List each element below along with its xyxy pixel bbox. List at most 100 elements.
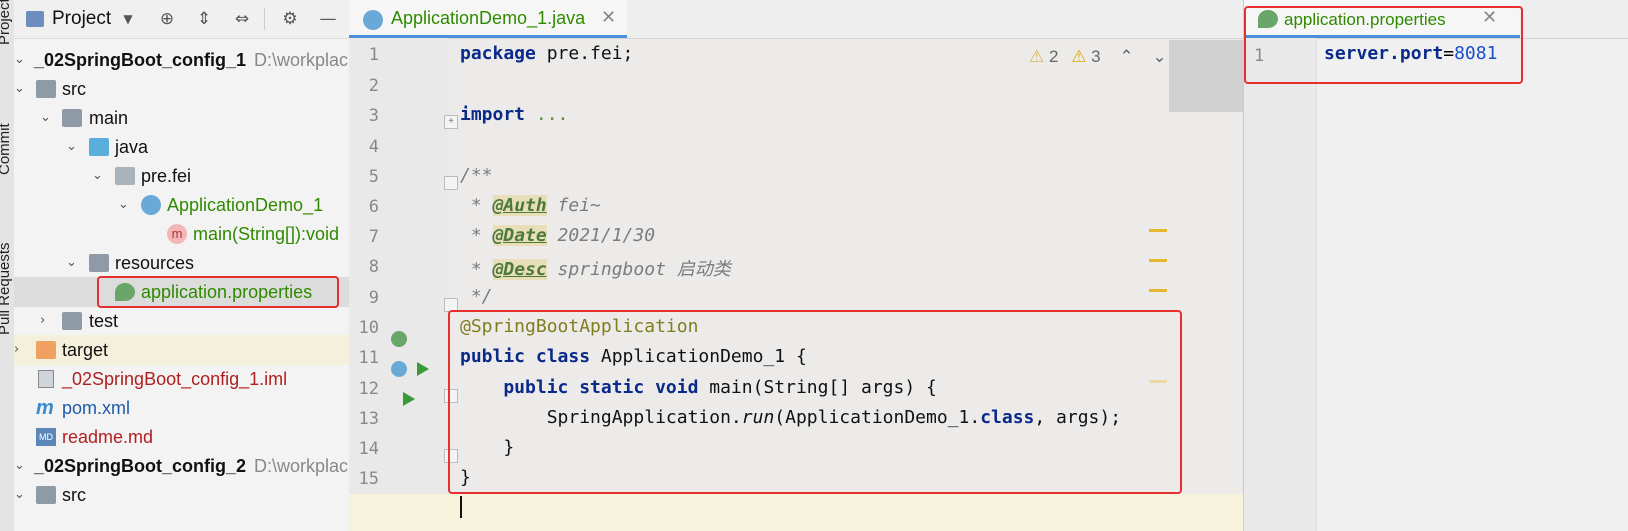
chevron-right-icon[interactable]: › <box>40 306 54 336</box>
code-line-3[interactable]: import ... <box>460 104 568 125</box>
java-editor: ApplicationDemo_1.java ✕ 1 2 3 4 5 6 7 8… <box>349 0 1243 531</box>
code-line-15[interactable]: } <box>460 437 514 458</box>
warning-marker[interactable] <box>1149 229 1167 232</box>
code-line-1[interactable]: package pre.fei; <box>460 43 633 64</box>
tree-item-label: readme.md <box>62 427 154 447</box>
code-line-12[interactable]: public class ApplicationDemo_1 { <box>460 346 807 367</box>
project-tool-tab[interactable]: Project <box>0 0 13 45</box>
gear-icon[interactable]: ⚙ <box>280 9 300 29</box>
fold-icon[interactable] <box>444 449 458 463</box>
fold-icon[interactable] <box>444 176 458 190</box>
next-highlight-icon[interactable]: ⌄ <box>1152 47 1166 66</box>
project-panel: Project ▼ ⊕ ⇕ ⇔ ⚙ — ⌄ _02SpringBoot_conf… <box>14 0 350 531</box>
folder-icon <box>62 109 82 127</box>
code-text: springboot 启动类 <box>546 259 731 280</box>
project-view-selector[interactable]: Project <box>52 8 111 30</box>
editor-gutter <box>1244 38 1317 531</box>
pull-requests-tool-tab[interactable]: Pull Requests <box>0 242 13 335</box>
module-path-hint: D:\workplac <box>254 50 349 70</box>
code-text: * <box>460 259 493 280</box>
tab-application-demo[interactable]: ApplicationDemo_1.java ✕ <box>349 0 627 38</box>
locate-icon[interactable]: ⊕ <box>157 9 177 29</box>
tree-item-pom[interactable]: m pom.xml <box>14 393 349 423</box>
code-line-9[interactable]: * @Desc springboot 启动类 <box>460 255 731 281</box>
javadoc-tag: @Desc <box>492 259 547 280</box>
code-line-8[interactable]: * @Date 2021/1/30 <box>460 225 655 246</box>
tree-item-resources[interactable]: ⌄ resources <box>14 248 349 278</box>
chevron-down-icon[interactable]: ⌄ <box>118 190 132 220</box>
run-icon[interactable] <box>417 362 429 376</box>
previous-highlight-icon[interactable]: ⌃ <box>1119 47 1133 66</box>
chevron-down-icon[interactable]: ⌄ <box>92 161 106 191</box>
line-number: 10 <box>358 318 379 338</box>
code-text: (ApplicationDemo_1. <box>774 407 981 428</box>
tree-item-target[interactable]: › target <box>14 335 349 365</box>
expand-all-icon[interactable]: ⇕ <box>194 9 214 29</box>
tree-item-label: _02SpringBoot_config_2 <box>34 456 247 476</box>
code-text: = <box>1443 43 1455 64</box>
chevron-down-icon[interactable]: ⌄ <box>14 45 28 75</box>
tool-window-strip: Project Commit Pull Requests <box>0 0 15 531</box>
warning-marker[interactable] <box>1149 380 1167 383</box>
code-line-6[interactable]: /** <box>460 165 493 186</box>
tree-item-module-2[interactable]: ⌄ _02SpringBoot_config_2 D:\workplac <box>14 451 349 481</box>
commit-tool-tab[interactable]: Commit <box>0 123 13 175</box>
chevron-down-icon[interactable]: ⌄ <box>40 103 54 133</box>
editor-tab-bar: ApplicationDemo_1.java ✕ <box>349 0 1243 39</box>
properties-editor: application.properties ✕ 1 server.port=8… <box>1243 0 1628 531</box>
minimize-icon[interactable]: — <box>318 9 338 29</box>
spring-class-icon <box>363 10 383 30</box>
text-cursor <box>460 496 462 518</box>
tree-item-package[interactable]: ⌄ pre.fei <box>14 161 349 191</box>
tree-item-label: pom.xml <box>62 398 131 418</box>
tree-item-src-2[interactable]: ⌄ src <box>14 480 349 510</box>
chevron-down-icon[interactable]: ⌄ <box>66 132 80 162</box>
close-icon[interactable]: ✕ <box>1482 7 1497 28</box>
chevron-right-icon[interactable]: › <box>14 335 28 365</box>
project-view-icon <box>26 11 44 27</box>
chevron-down-icon[interactable]: ⌄ <box>14 480 28 510</box>
fold-icon[interactable]: + <box>444 115 458 129</box>
code-minimap[interactable] <box>1169 40 1243 112</box>
warning-marker[interactable] <box>1149 259 1167 262</box>
keyword: public static void <box>460 377 699 398</box>
code-line-7[interactable]: * @Auth fei~ <box>460 195 601 216</box>
tree-item-test[interactable]: › test <box>14 306 349 336</box>
code-text: main(String[] args) { <box>698 377 937 398</box>
code-line-11[interactable]: @SpringBootApplication <box>460 316 698 337</box>
tree-item-readme[interactable]: MD readme.md <box>14 422 349 452</box>
inspection-widget[interactable]: ⚠ 2 ⚠ 3 ⌃ ⌄ <box>1029 47 1167 67</box>
properties-line-1[interactable]: server.port=8081 <box>1324 43 1497 64</box>
fold-icon[interactable] <box>444 298 458 312</box>
warning-marker[interactable] <box>1149 289 1167 292</box>
tree-item-application-properties[interactable]: application.properties <box>14 277 349 307</box>
line-number: 11 <box>358 348 379 368</box>
tree-item-main[interactable]: ⌄ main <box>14 103 349 133</box>
chevron-down-icon[interactable]: ⌄ <box>66 248 80 278</box>
tree-item-class[interactable]: ⌄ ApplicationDemo_1 <box>14 190 349 220</box>
weak-warning-icon: ⚠ <box>1029 47 1045 66</box>
tree-item-method[interactable]: m main(String[]):void <box>14 219 349 249</box>
code-line-13[interactable]: public static void main(String[] args) { <box>460 377 937 398</box>
close-icon[interactable]: ✕ <box>601 7 616 28</box>
chevron-down-icon[interactable]: ⌄ <box>14 74 28 104</box>
tree-item-iml[interactable]: _02SpringBoot_config_1.iml <box>14 364 349 394</box>
fold-icon[interactable] <box>444 389 458 403</box>
tree-item-module-1[interactable]: ⌄ _02SpringBoot_config_1 D:\workplac <box>14 45 349 75</box>
folded-imports[interactable]: ... <box>525 104 569 125</box>
tree-item-label: main(String[]):void <box>193 224 340 244</box>
spring-bean-icon[interactable] <box>391 331 407 347</box>
chevron-down-icon[interactable]: ⌄ <box>14 451 28 481</box>
code-line-16[interactable]: } <box>460 467 471 488</box>
code-line-10[interactable]: */ <box>460 286 493 307</box>
code-line-14[interactable]: SpringApplication.run(ApplicationDemo_1.… <box>460 407 1121 428</box>
tree-item-label: ApplicationDemo_1 <box>167 195 324 215</box>
tab-application-properties[interactable]: application.properties ✕ <box>1244 0 1520 38</box>
collapse-all-icon[interactable]: ⇔ <box>232 9 252 29</box>
spring-class-icon[interactable] <box>391 361 407 377</box>
tree-item-src[interactable]: ⌄ src <box>14 74 349 104</box>
run-icon[interactable] <box>403 392 415 406</box>
tree-item-java[interactable]: ⌄ java <box>14 132 349 162</box>
chevron-down-icon[interactable]: ▼ <box>118 9 138 29</box>
spring-properties-icon <box>1258 10 1278 28</box>
